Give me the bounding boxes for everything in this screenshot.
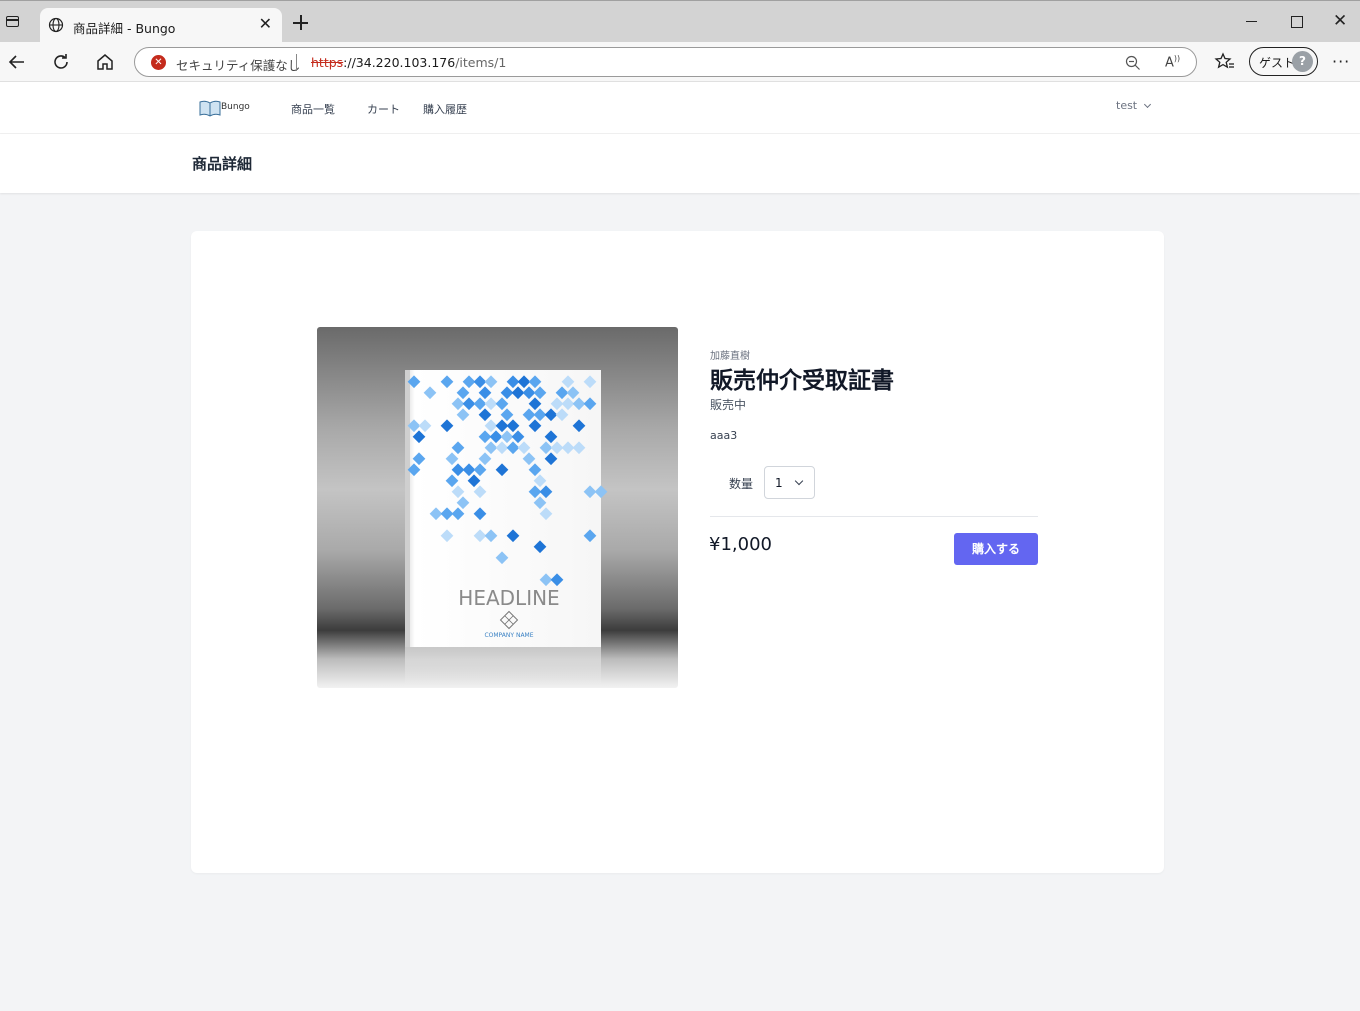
tab-close-icon[interactable]: ✕ bbox=[259, 15, 272, 33]
nav-item-history[interactable]: 購入履歴 bbox=[423, 101, 467, 117]
product-name: 販売仲介受取証書 bbox=[710, 368, 894, 394]
buy-button[interactable]: 購入する bbox=[954, 533, 1038, 565]
user-name: test bbox=[1116, 99, 1138, 112]
chevron-down-icon bbox=[794, 476, 804, 486]
product-author: 加藤直樹 bbox=[710, 351, 750, 362]
refresh-icon[interactable] bbox=[49, 50, 73, 74]
url-text[interactable]: https://34.220.103.176/items/1 bbox=[311, 55, 506, 70]
zoom-out-icon[interactable] bbox=[1125, 55, 1141, 71]
quantity-select[interactable]: 1 bbox=[764, 466, 815, 499]
logo-text: Bungo bbox=[221, 102, 250, 112]
nav-item-cart[interactable]: カート bbox=[367, 101, 400, 117]
avatar-icon: ? bbox=[1292, 51, 1313, 72]
favorites-icon[interactable] bbox=[1214, 51, 1236, 73]
site-header: Bungo 商品一覧 カート 購入履歴 test bbox=[0, 82, 1360, 134]
book-logo-icon bbox=[199, 100, 221, 117]
cover-company: COMPANY NAME bbox=[484, 632, 533, 639]
site-logo[interactable]: Bungo bbox=[199, 97, 250, 119]
browser-toolbar: ✕ セキュリティ保護なし https://34.220.103.176/item… bbox=[0, 42, 1360, 82]
user-menu[interactable]: test bbox=[1116, 99, 1152, 112]
product-price: ¥1,000 bbox=[709, 534, 772, 555]
read-aloud-icon[interactable]: A)) bbox=[1165, 54, 1180, 70]
maximize-icon[interactable] bbox=[1287, 11, 1307, 31]
product-status: 販売中 bbox=[710, 398, 747, 412]
chevron-down-icon bbox=[1144, 100, 1152, 109]
product-image: HEADLINE COMPANY NAME bbox=[317, 327, 678, 688]
tab-title: 商品詳細 - Bungo bbox=[73, 21, 176, 36]
profile-label: ゲスト bbox=[1259, 56, 1296, 70]
address-separator bbox=[296, 54, 297, 71]
quantity-value: 1 bbox=[775, 476, 783, 490]
address-bar[interactable]: ✕ セキュリティ保護なし https://34.220.103.176/item… bbox=[134, 47, 1197, 77]
more-icon[interactable]: ··· bbox=[1332, 52, 1350, 71]
window-close-icon[interactable]: ✕ bbox=[1333, 11, 1353, 31]
nav-item-items[interactable]: 商品一覧 bbox=[291, 101, 335, 117]
page-header: 商品詳細 bbox=[0, 134, 1360, 193]
security-warning-icon[interactable]: ✕ bbox=[151, 55, 166, 70]
browser-tabbar: 商品詳細 - Bungo ✕ ✕ bbox=[0, 0, 1360, 43]
security-status[interactable]: セキュリティ保護なし bbox=[176, 55, 300, 74]
back-icon[interactable] bbox=[5, 50, 29, 74]
cover-headline: HEADLINE bbox=[458, 586, 559, 610]
new-tab-icon[interactable] bbox=[290, 12, 312, 34]
home-icon[interactable] bbox=[93, 50, 117, 74]
profile-button[interactable]: ゲスト ? bbox=[1249, 47, 1318, 76]
tab-actions-icon[interactable] bbox=[4, 13, 22, 31]
globe-icon bbox=[48, 17, 64, 33]
product-description: aaa3 bbox=[710, 429, 738, 442]
page-title: 商品詳細 bbox=[192, 155, 253, 173]
minimize-icon[interactable] bbox=[1242, 11, 1262, 31]
quantity-label: 数量 bbox=[729, 477, 754, 491]
divider bbox=[710, 516, 1038, 517]
browser-tab[interactable]: 商品詳細 - Bungo ✕ bbox=[40, 8, 282, 43]
